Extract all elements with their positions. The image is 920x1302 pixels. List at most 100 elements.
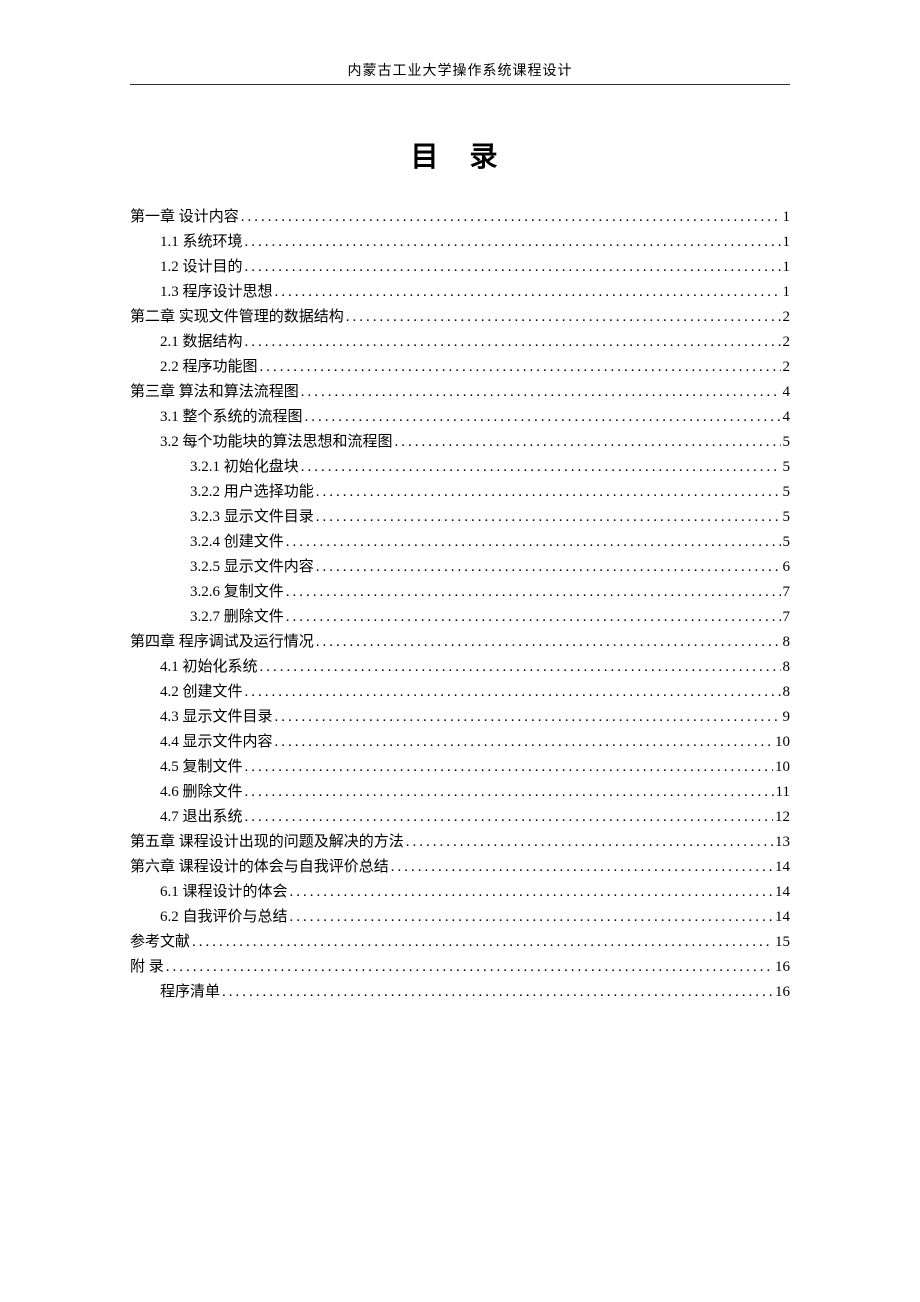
toc-entry-label: 参考文献 bbox=[130, 930, 190, 954]
toc-entry-page: 4 bbox=[783, 380, 791, 404]
toc-entry-label: 附 录 bbox=[130, 955, 164, 979]
toc-entry-label: 1.3 程序设计思想 bbox=[160, 280, 273, 304]
toc-leader-dots bbox=[406, 830, 773, 854]
toc-entry-label: 3.2.2 用户选择功能 bbox=[190, 480, 314, 504]
toc-leader-dots bbox=[316, 505, 781, 529]
toc-entry-page: 6 bbox=[783, 555, 791, 579]
toc-entry-page: 5 bbox=[783, 455, 791, 479]
toc-entry-page: 8 bbox=[783, 630, 791, 654]
toc-leader-dots bbox=[286, 605, 781, 629]
document-page: 内蒙古工业大学操作系统课程设计 目 录 第一章 设计内容11.1 系统环境11.… bbox=[0, 0, 920, 1004]
toc-entry: 2.1 数据结构2 bbox=[130, 330, 790, 354]
toc-entry-page: 5 bbox=[783, 530, 791, 554]
toc-leader-dots bbox=[245, 680, 781, 704]
toc-entry: 4.2 创建文件8 bbox=[130, 680, 790, 704]
toc-leader-dots bbox=[275, 280, 781, 304]
toc-entry-page: 1 bbox=[783, 205, 791, 229]
toc-entry-label: 第一章 设计内容 bbox=[130, 205, 239, 229]
toc-entry-page: 10 bbox=[775, 730, 790, 754]
toc-leader-dots bbox=[290, 880, 773, 904]
toc-entry-label: 第六章 课程设计的体会与自我评价总结 bbox=[130, 855, 389, 879]
toc-leader-dots bbox=[305, 405, 781, 429]
toc-entry: 3.2.3 显示文件目录5 bbox=[130, 505, 790, 529]
toc-entry-page: 5 bbox=[783, 480, 791, 504]
toc-entry-label: 第三章 算法和算法流程图 bbox=[130, 380, 299, 404]
toc-entry-page: 1 bbox=[783, 230, 791, 254]
toc-leader-dots bbox=[286, 580, 781, 604]
toc-leader-dots bbox=[192, 930, 773, 954]
toc-leader-dots bbox=[286, 530, 781, 554]
toc-entry-label: 第二章 实现文件管理的数据结构 bbox=[130, 305, 344, 329]
header-underline bbox=[130, 84, 790, 85]
toc-entry-label: 4.6 删除文件 bbox=[160, 780, 243, 804]
toc-leader-dots bbox=[260, 355, 781, 379]
toc-entry-label: 3.2 每个功能块的算法思想和流程图 bbox=[160, 430, 393, 454]
toc-entry-page: 7 bbox=[783, 580, 791, 604]
toc-entry-label: 2.1 数据结构 bbox=[160, 330, 243, 354]
toc-leader-dots bbox=[245, 805, 773, 829]
toc-entry: 4.7 退出系统 12 bbox=[130, 805, 790, 829]
toc-entry-page: 8 bbox=[783, 655, 791, 679]
toc-entry: 第一章 设计内容 1 bbox=[130, 205, 790, 229]
toc-entry-label: 3.2.4 创建文件 bbox=[190, 530, 284, 554]
toc-entry: 第五章 课程设计出现的问题及解决的方法13 bbox=[130, 830, 790, 854]
toc-entry: 6.1 课程设计的体会14 bbox=[130, 880, 790, 904]
toc-leader-dots bbox=[245, 230, 781, 254]
toc-entry: 2.2 程序功能图2 bbox=[130, 355, 790, 379]
toc-leader-dots bbox=[166, 955, 773, 979]
toc-entry-label: 4.7 退出系统 bbox=[160, 805, 243, 829]
toc-entry-label: 1.1 系统环境 bbox=[160, 230, 243, 254]
toc-entry-label: 6.1 课程设计的体会 bbox=[160, 880, 288, 904]
toc-entry-page: 5 bbox=[783, 430, 791, 454]
toc-entry: 第三章 算法和算法流程图 4 bbox=[130, 380, 790, 404]
toc-entry-label: 3.2.3 显示文件目录 bbox=[190, 505, 314, 529]
page-header: 内蒙古工业大学操作系统课程设计 bbox=[130, 60, 790, 84]
toc-entry: 3.2.1 初始化盘块 5 bbox=[130, 455, 790, 479]
toc-entry-page: 16 bbox=[775, 980, 790, 1004]
toc-entry-label: 3.1 整个系统的流程图 bbox=[160, 405, 303, 429]
toc-entry-label: 4.5 复制文件 bbox=[160, 755, 243, 779]
toc-entry-label: 3.2.6 复制文件 bbox=[190, 580, 284, 604]
toc-entry: 1.2 设计目的1 bbox=[130, 255, 790, 279]
toc-leader-dots bbox=[395, 430, 781, 454]
toc-entry: 参考文献 15 bbox=[130, 930, 790, 954]
toc-entry-label: 3.2.5 显示文件内容 bbox=[190, 555, 314, 579]
toc-entry: 第四章 程序调试及运行情况 8 bbox=[130, 630, 790, 654]
toc-entry: 3.2.6 复制文件 7 bbox=[130, 580, 790, 604]
toc-entry-label: 6.2 自我评价与总结 bbox=[160, 905, 288, 929]
toc-entry: 3.2.2 用户选择功能 5 bbox=[130, 480, 790, 504]
toc-entry-page: 14 bbox=[775, 855, 790, 879]
toc-entry-page: 10 bbox=[775, 755, 790, 779]
toc-entry-page: 2 bbox=[783, 305, 791, 329]
toc-entry-page: 12 bbox=[775, 805, 790, 829]
toc-entry-label: 4.1 初始化系统 bbox=[160, 655, 258, 679]
toc-entry-page: 16 bbox=[775, 955, 790, 979]
toc-entry-page: 15 bbox=[775, 930, 790, 954]
toc-entry: 3.2.5 显示文件内容 6 bbox=[130, 555, 790, 579]
toc-entry-label: 第五章 课程设计出现的问题及解决的方法 bbox=[130, 830, 404, 854]
toc-entry-page: 7 bbox=[783, 605, 791, 629]
toc-entry-label: 第四章 程序调试及运行情况 bbox=[130, 630, 314, 654]
toc-entry: 3.2 每个功能块的算法思想和流程图 5 bbox=[130, 430, 790, 454]
toc-title: 目 录 bbox=[130, 135, 790, 175]
toc-entry-page: 11 bbox=[776, 780, 790, 804]
toc-leader-dots bbox=[241, 205, 781, 229]
toc-leader-dots bbox=[245, 255, 781, 279]
table-of-contents: 第一章 设计内容11.1 系统环境11.2 设计目的11.3 程序设计思想1第二… bbox=[130, 205, 790, 1004]
toc-entry-label: 4.4 显示文件内容 bbox=[160, 730, 273, 754]
toc-entry-label: 3.2.7 删除文件 bbox=[190, 605, 284, 629]
toc-entry: 3.1 整个系统的流程图4 bbox=[130, 405, 790, 429]
toc-entry: 第二章 实现文件管理的数据结构 2 bbox=[130, 305, 790, 329]
toc-entry: 4.6 删除文件 11 bbox=[130, 780, 790, 804]
toc-entry: 4.1 初始化系统 8 bbox=[130, 655, 790, 679]
toc-leader-dots bbox=[260, 655, 781, 679]
toc-leader-dots bbox=[245, 755, 773, 779]
toc-leader-dots bbox=[245, 330, 781, 354]
toc-entry-label: 3.2.1 初始化盘块 bbox=[190, 455, 299, 479]
toc-leader-dots bbox=[222, 980, 773, 1004]
toc-leader-dots bbox=[301, 455, 781, 479]
toc-leader-dots bbox=[316, 630, 781, 654]
toc-entry: 4.5 复制文件 10 bbox=[130, 755, 790, 779]
toc-entry: 3.2.7 删除文件 7 bbox=[130, 605, 790, 629]
toc-entry: 第六章 课程设计的体会与自我评价总结 14 bbox=[130, 855, 790, 879]
